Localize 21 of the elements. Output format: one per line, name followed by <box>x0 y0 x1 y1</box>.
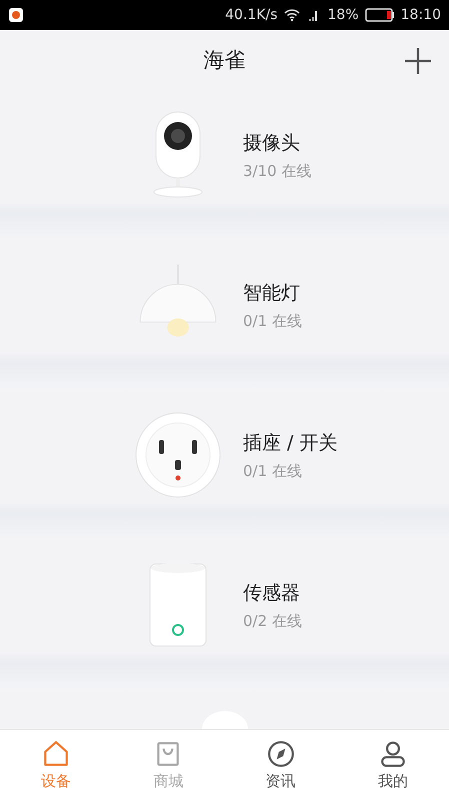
wifi-icon <box>284 8 300 22</box>
tab-item[interactable]: 我的 <box>336 730 449 800</box>
online-count: 3/10 在线 <box>243 162 312 180</box>
person-icon <box>378 740 407 768</box>
network-speed: 40.1K/s <box>225 7 278 23</box>
online-count: 0/2 在线 <box>243 612 302 630</box>
app-icon <box>8 7 24 23</box>
online-count: 0/1 在线 <box>243 312 302 330</box>
device-name: 摄像头 <box>243 130 301 156</box>
home-icon <box>42 740 70 768</box>
battery-icon <box>364 8 395 22</box>
compass-icon <box>266 740 295 768</box>
battery-percent: 18% <box>328 7 359 23</box>
online-count: 0/1 在线 <box>243 462 303 480</box>
page-title: 海雀 <box>204 47 246 74</box>
add-icon[interactable] <box>403 46 433 76</box>
device-name: 智能灯 <box>243 280 301 306</box>
device-name: 插座 / 开关 <box>243 430 338 456</box>
device-name: 传感器 <box>243 580 301 606</box>
tab-item[interactable]: 资讯 <box>224 730 337 800</box>
clock: 18:10 <box>400 7 441 23</box>
